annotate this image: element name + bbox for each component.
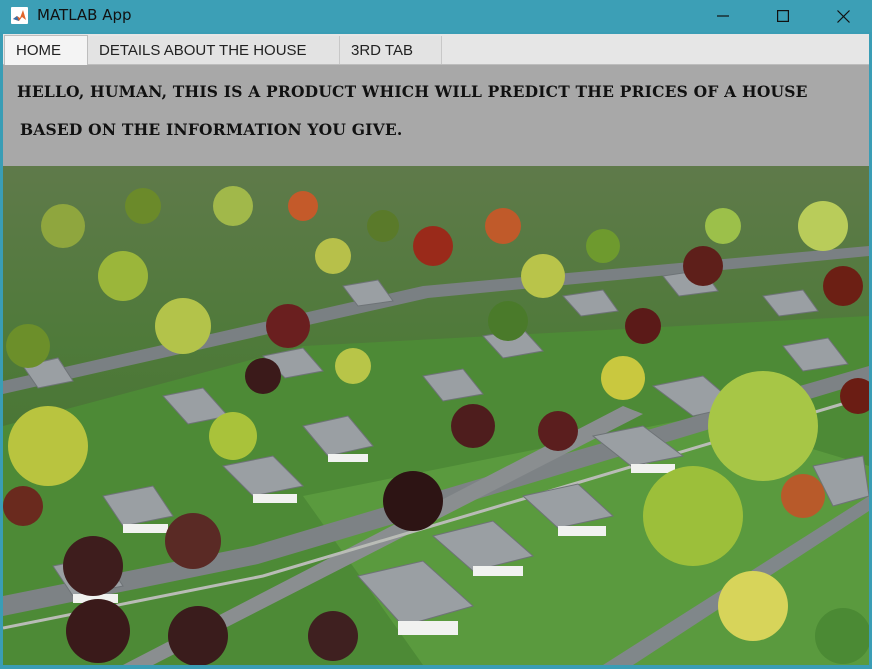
app-window: MATLAB App HOME DETAILS ABOUT THE HOUSE … xyxy=(0,0,872,669)
tab-home[interactable]: HOME xyxy=(4,35,88,65)
tab-details-about-the-house[interactable]: DETAILS ABOUT THE HOUSE xyxy=(88,36,340,64)
intro-text-line-2: BASED ON THE INFORMATION YOU GIVE. xyxy=(20,120,403,139)
maximize-icon xyxy=(777,10,789,22)
window-bottom-border xyxy=(0,665,872,669)
matlab-logo-icon xyxy=(11,7,28,24)
title-bar[interactable]: MATLAB App xyxy=(0,0,872,32)
minimize-button[interactable] xyxy=(693,0,753,32)
window-title: MATLAB App xyxy=(37,6,132,24)
tab-3rd[interactable]: 3RD TAB xyxy=(340,36,442,64)
close-icon xyxy=(836,9,850,23)
maximize-button[interactable] xyxy=(753,0,813,32)
minimize-icon xyxy=(717,15,729,17)
tab-bar: HOME DETAILS ABOUT THE HOUSE 3RD TAB xyxy=(3,34,869,65)
neighborhood-aerial-image xyxy=(3,166,869,665)
close-button[interactable] xyxy=(813,0,872,32)
intro-text-line-1: HELLO, HUMAN, THIS IS A PRODUCT WHICH WI… xyxy=(17,82,808,101)
home-tab-panel: HELLO, HUMAN, THIS IS A PRODUCT WHICH WI… xyxy=(3,65,869,665)
